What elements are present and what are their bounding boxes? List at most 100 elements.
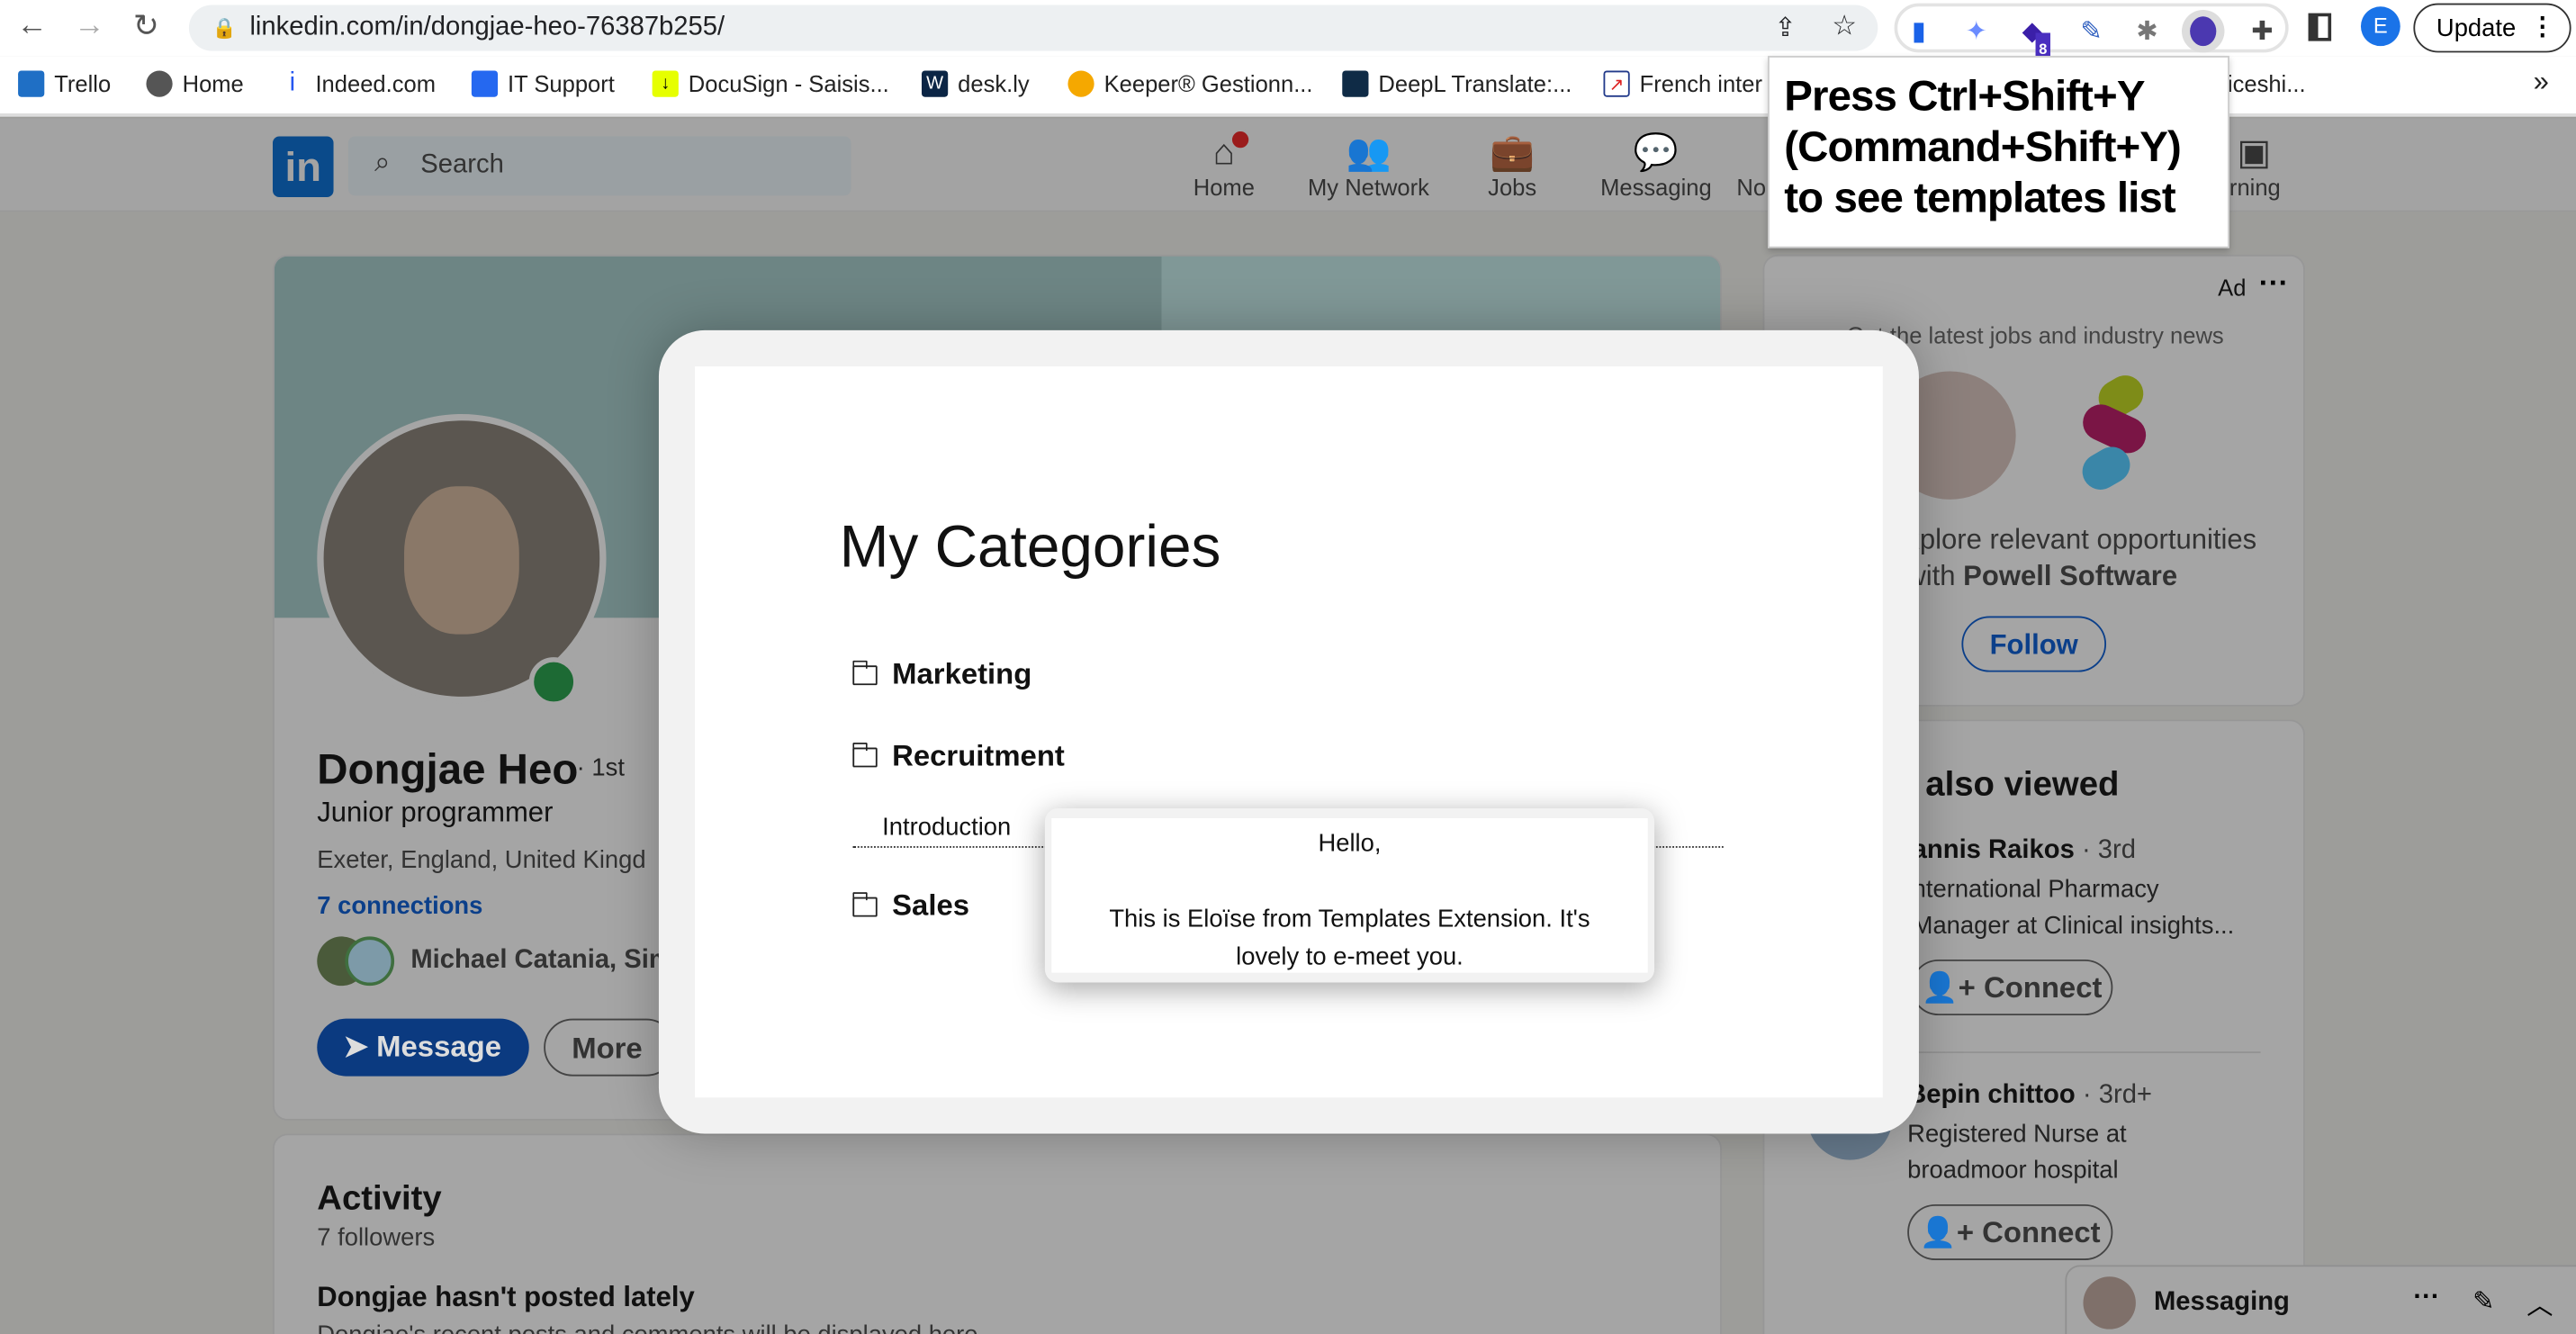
reload-icon[interactable]: ↻ xyxy=(133,8,159,46)
ad-company-line: with Powell Software xyxy=(1905,560,2177,593)
modal-title: My Categories xyxy=(839,512,1221,581)
category-recruitment[interactable]: Recruitment xyxy=(851,739,1065,773)
connect-button[interactable]: 👤+ Connect xyxy=(1910,959,2113,1016)
more-button[interactable]: More xyxy=(544,1018,676,1077)
person-name-line: Bepin chittoo · 3rd+ xyxy=(1907,1081,2152,1111)
messaging-avatar xyxy=(2083,1276,2136,1329)
bookmark-label: Home xyxy=(182,70,244,97)
person-name[interactable]: Bepin chittoo xyxy=(1907,1081,2076,1109)
chevron-up-icon[interactable]: ︿ xyxy=(2526,1284,2553,1323)
profile-headline: Junior programmer xyxy=(317,797,554,828)
update-label: Update xyxy=(2436,14,2517,43)
ad-label: Ad xyxy=(2218,274,2247,302)
mutual-connections[interactable]: Michael Catania, Sim xyxy=(410,946,672,976)
messaging-options-icon[interactable]: ··· xyxy=(2413,1284,2439,1313)
url-text: linkedin.com/in/dongjae-heo-76387b255/ xyxy=(249,13,725,41)
folder-icon xyxy=(851,742,878,767)
activity-title: Activity xyxy=(317,1179,442,1218)
bookmark-trello[interactable]: Trello xyxy=(18,70,112,97)
ad-options-icon[interactable]: ··· xyxy=(2259,266,2289,301)
bookmark-indeed[interactable]: i Indeed.com xyxy=(279,70,436,97)
profile-avatar[interactable]: E xyxy=(2360,6,2400,47)
bookmark-french[interactable]: ↗ French inter xyxy=(1603,70,1762,97)
profile-name: Dongjae Heo xyxy=(317,744,579,794)
extension-tooltip: Press Ctrl+Shift+Y (Command+Shift+Y) to … xyxy=(1768,56,2229,248)
update-button[interactable]: Update ⋮ xyxy=(2413,3,2571,53)
jira-icon xyxy=(471,70,499,97)
category-label: Recruitment xyxy=(892,739,1065,772)
messaging-bar[interactable]: Messaging ··· ✎ ︿ xyxy=(2065,1265,2576,1334)
category-sales[interactable]: Sales xyxy=(851,888,969,923)
extensions-puzzle-icon[interactable]: ✚ xyxy=(2246,16,2279,50)
followers-count: 7 followers xyxy=(317,1223,436,1252)
search-input[interactable]: ⌕ Search xyxy=(347,136,851,196)
template-introduction[interactable]: Introduction xyxy=(882,814,1011,842)
back-icon[interactable]: ← xyxy=(16,8,48,44)
folder-icon xyxy=(851,891,878,916)
nav-home[interactable]: ⌂ Home xyxy=(1193,128,1255,201)
connect-button[interactable]: 👤+ Connect xyxy=(1907,1203,2113,1261)
tooltip-line: (Command+Shift+Y) xyxy=(1784,122,2182,171)
person-degree: · 3rd+ xyxy=(2082,1081,2153,1110)
keeper-icon xyxy=(1067,70,1094,97)
address-bar[interactable]: 🔒 linkedin.com/in/dongjae-heo-76387b255/ … xyxy=(188,5,1878,51)
message-button[interactable]: ➤ Message xyxy=(317,1018,529,1077)
powell-logo xyxy=(2076,368,2152,497)
globe-icon xyxy=(146,70,173,97)
ad-company: Powell Software xyxy=(1963,560,2178,592)
add-person-icon: 👤+ xyxy=(1921,970,1984,1005)
bookmark-deepl[interactable]: DeepL Translate:... xyxy=(1342,70,1572,97)
follow-button[interactable]: Follow xyxy=(1961,616,2107,672)
learning-icon: ▣ xyxy=(2237,131,2272,173)
person-name-line: annis Raikos · 3rd xyxy=(1913,836,2136,866)
preview-line: Hello, xyxy=(1318,829,1382,858)
nav-jobs[interactable]: 💼 Jobs xyxy=(1485,131,1539,201)
extension-templates-icon[interactable] xyxy=(2181,9,2225,53)
connections-link[interactable]: 7 connections xyxy=(317,892,482,920)
activity-empty-sub: Dongjae's recent posts and comments will… xyxy=(317,1321,977,1334)
mutual-avatar xyxy=(345,936,395,987)
bookmark-label: DocuSign - Saisis... xyxy=(688,70,889,97)
search-placeholder: Search xyxy=(420,150,504,179)
docusign-icon: ↓ xyxy=(652,70,679,97)
person-headline: nternational Pharmacy xyxy=(1912,875,2159,904)
share-icon[interactable]: ⇪ xyxy=(1774,12,1796,45)
bookmarks-more[interactable]: » xyxy=(2534,66,2549,99)
nav-learning[interactable]: ▣ rning xyxy=(2229,131,2281,201)
bookmark-it-support[interactable]: IT Support xyxy=(471,70,615,97)
category-marketing[interactable]: Marketing xyxy=(851,657,1031,691)
more-label: More xyxy=(572,1032,643,1065)
bookmark-other[interactable]: ticeshi... xyxy=(2221,70,2306,96)
extension-bookmark-icon[interactable]: ▮ xyxy=(1903,16,1936,50)
bookmark-label: Trello xyxy=(54,70,112,97)
bookmark-deskly[interactable]: Wdesk.ly xyxy=(921,70,1030,97)
extension-bug-icon[interactable]: ✱ xyxy=(2130,16,2164,50)
activity-empty: Dongjae hasn't posted lately xyxy=(317,1281,695,1313)
browser-toolbar: ← → ↻ 🔒 linkedin.com/in/dongjae-heo-76387… xyxy=(0,0,2576,67)
compose-icon[interactable]: ✎ xyxy=(2472,1284,2494,1318)
person-headline: Manager at Clinical insights... xyxy=(1912,912,2235,941)
online-status-icon xyxy=(528,657,579,707)
linkedin-logo[interactable]: in xyxy=(272,136,334,198)
nav-my-network[interactable]: 👥 My Network xyxy=(1306,131,1431,201)
bookmark-home[interactable]: Home xyxy=(146,70,244,97)
deskly-icon: W xyxy=(921,70,949,97)
forward-icon[interactable]: → xyxy=(74,8,105,44)
nav-notifications[interactable]: No xyxy=(1735,131,1769,200)
side-panel-icon[interactable] xyxy=(2308,13,2332,41)
french-icon: ↗ xyxy=(1603,70,1630,97)
bell-icon xyxy=(1735,131,1769,174)
nav-messaging[interactable]: 💬 Messaging xyxy=(1600,131,1712,201)
preview-line: lovely to e-meet you. xyxy=(1236,942,1464,971)
star-icon[interactable]: ☆ xyxy=(1832,10,1857,43)
extension-diamond-icon[interactable]: ◆ 8 xyxy=(2016,16,2051,67)
bookmark-docusign[interactable]: ↓ DocuSign - Saisis... xyxy=(652,70,889,97)
person-name[interactable]: annis Raikos xyxy=(1913,836,2075,864)
extension-eyedropper-icon[interactable]: ✎ xyxy=(2075,16,2108,50)
extensions-group: ▮ ✦ ◆ 8 ✎ ✱ ✚ xyxy=(1894,3,2289,67)
bookmark-keeper[interactable]: Keeper® Gestionn... xyxy=(1067,70,1313,97)
extension-sparkle-icon[interactable]: ✦ xyxy=(1960,16,1994,50)
nav-label: Messaging xyxy=(1600,174,1712,201)
bookmark-label: IT Support xyxy=(508,70,615,97)
template-preview-body: Hello, This is Eloïse from Templates Ext… xyxy=(1051,817,1648,973)
